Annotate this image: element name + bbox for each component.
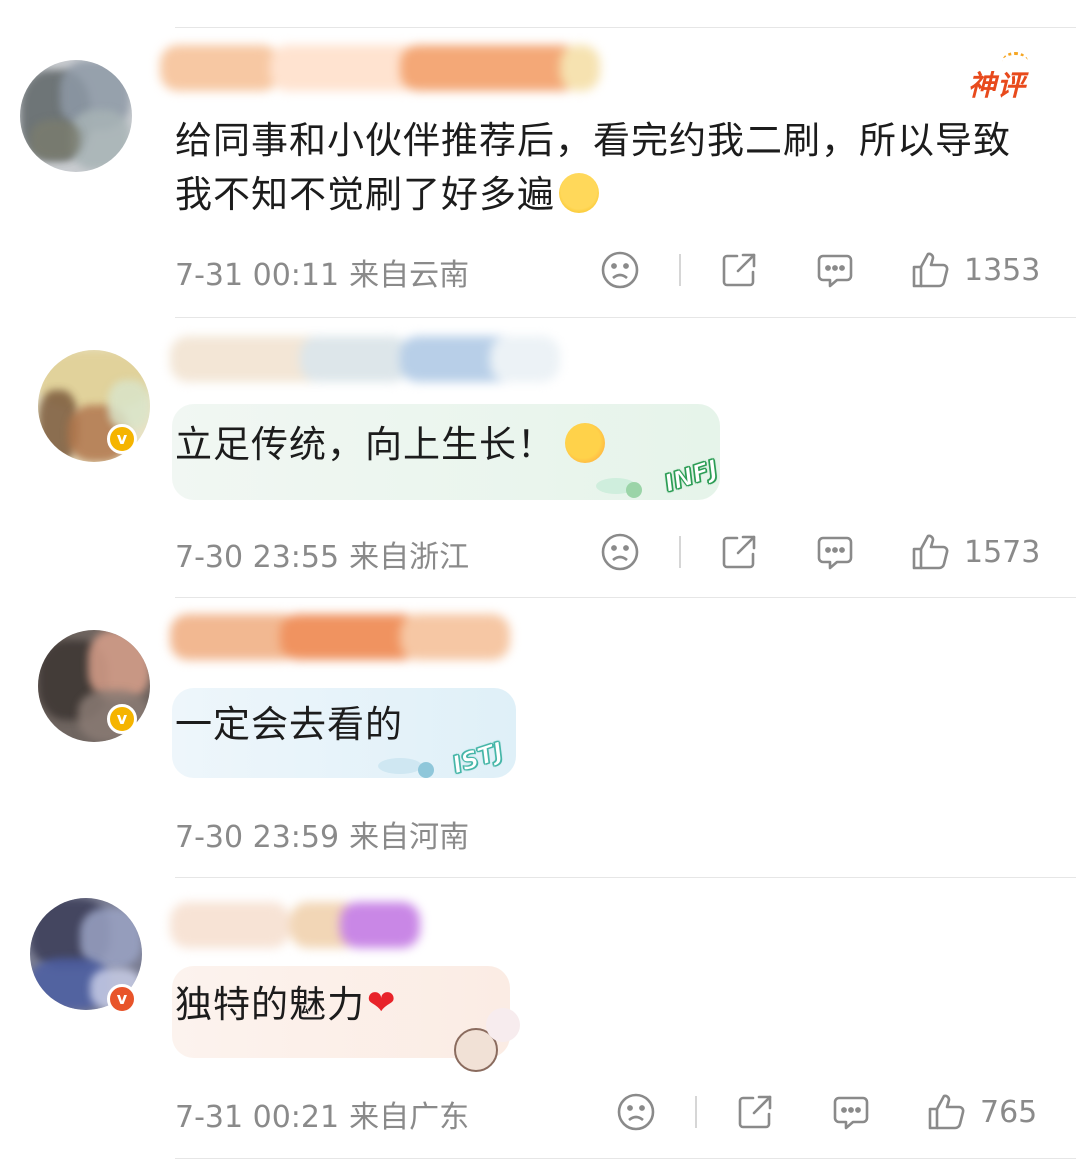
reply-button[interactable] [815,532,855,572]
verified-badge-icon: v [107,424,137,454]
username-redacted[interactable] [160,45,600,91]
decoration-icon [418,762,434,778]
share-button[interactable] [719,532,759,572]
comment-location: 来自河南 [349,820,470,855]
comment-text: 立足传统，向上生长！ [175,418,605,472]
username-redacted[interactable] [170,614,510,660]
decoration-icon [378,758,422,774]
sad-face-icon [601,533,639,571]
dislike-button[interactable] [600,250,640,290]
red-heart: ❤ [367,982,397,1023]
like-count: 765 [980,1094,1038,1130]
username-redacted[interactable] [170,902,420,948]
comment-time: 7-31 00:21 [175,1100,340,1135]
share-icon [722,535,756,569]
comment-item: v 一定会去看的 ISTJ 7-30 23:59 来自河南 [0,598,1076,878]
comment-bubble-icon [817,536,853,570]
comment-bubble-icon [817,254,853,288]
like-count: 1353 [964,252,1041,288]
sparkle-flower-face-emoji [565,422,605,463]
comment-location: 来自浙江 [349,540,470,575]
thumbs-up-icon [928,1094,965,1130]
hot-comment-badge: 神评 [968,69,1027,102]
share-icon [722,253,756,287]
divider [175,1158,1076,1159]
action-separator [679,254,681,286]
comment-meta: 7-30 23:55 来自浙江 [175,532,469,576]
action-separator [679,536,681,568]
comment-item: v 独特的魅力❤ 7-31 00:21 来自广东 765 [0,878,1076,1176]
comment-text: 独特的魅力❤ [175,978,397,1034]
share-button[interactable] [719,250,759,290]
comment-meta: 7-30 23:59 来自河南 [175,812,469,856]
comment-time: 7-30 23:55 [175,540,340,575]
action-separator [695,1096,697,1128]
sad-face-icon [601,251,639,289]
share-button[interactable] [735,1092,775,1132]
comment-time: 7-31 00:11 [175,258,340,293]
comment-text: 一定会去看的 [175,703,403,746]
reply-button[interactable] [831,1092,871,1132]
share-icon [738,1095,772,1129]
dislike-button[interactable] [600,532,640,572]
username-redacted[interactable] [170,336,560,382]
comment-item: 神评 给同事和小伙伴推荐后，看完约我二刷，所以导致我不知不觉刷了好多遍 7-31… [0,0,1076,318]
comment-location: 来自广东 [349,1100,470,1135]
verified-badge-icon: v [107,984,137,1014]
like-count: 1573 [964,534,1041,570]
dislike-button[interactable] [616,1092,656,1132]
comment-meta: 7-31 00:11 来自云南 [175,250,469,294]
verified-badge-icon: v [107,704,137,734]
decoration-icon [626,482,642,498]
comment-text: 给同事和小伙伴推荐后，看完约我二刷，所以导致我不知不觉刷了好多遍 [175,119,1011,216]
thumbs-up-icon [912,252,949,288]
comment-time: 7-30 23:59 [175,820,340,855]
like-button[interactable]: 1353 [910,250,1040,290]
reply-button[interactable] [815,250,855,290]
comment-item: v 立足传统，向上生长！ INFJ 7-30 23:55 来自浙江 1573 [0,318,1076,598]
thumbs-up-icon [912,534,949,570]
avatar[interactable] [20,60,132,172]
decoration-icon [486,1008,520,1042]
like-button[interactable]: 1573 [910,532,1040,572]
like-button[interactable]: 765 [926,1092,1037,1132]
sad-face-icon [617,1093,655,1131]
comment-location: 来自云南 [349,258,470,293]
comment-meta: 7-31 00:21 来自广东 [175,1092,469,1136]
crying-face-emoji [559,172,599,213]
comment-bubble-icon [833,1096,869,1130]
